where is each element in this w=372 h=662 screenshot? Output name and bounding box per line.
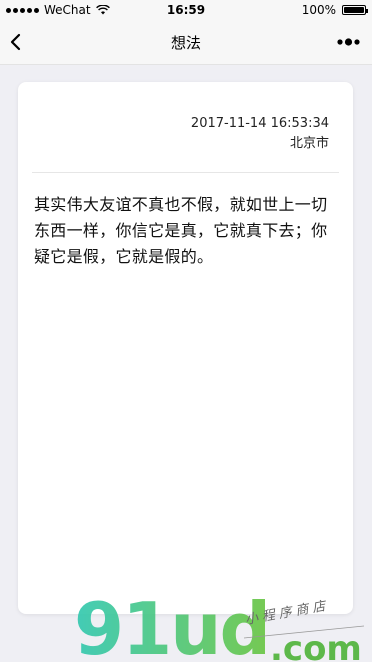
post-location: 北京市 bbox=[289, 136, 329, 151]
page-title: 想法 bbox=[170, 34, 201, 52]
thought-card: 2017-11-14 16:53:34 北京市 其实伟大友谊不真也不假，就如世上… bbox=[18, 82, 353, 614]
post-datetime: 2017-11-14 16:53:34 bbox=[190, 116, 329, 131]
watermark-logo: 91ud 小程序商店 .com bbox=[74, 587, 364, 662]
watermark-domain: .com bbox=[270, 629, 362, 662]
battery-percent: 100% bbox=[301, 3, 336, 17]
watermark-brand: 91ud bbox=[74, 587, 269, 662]
status-right: 100% bbox=[301, 3, 368, 17]
thought-content: 其实伟大友谊不真也不假，就如世上一切东西一样，你信它是真，它就真下去；你疑它是假… bbox=[34, 195, 328, 266]
status-bar: WeChat 16:59 100% bbox=[0, 0, 372, 20]
card-divider bbox=[32, 172, 339, 173]
battery-icon bbox=[342, 5, 368, 15]
more-dots-icon[interactable] bbox=[336, 34, 362, 50]
card-meta: 2017-11-14 16:53:34 北京市 bbox=[191, 114, 329, 154]
battery-level bbox=[344, 7, 364, 13]
nav-bar: 想法 bbox=[0, 20, 372, 65]
